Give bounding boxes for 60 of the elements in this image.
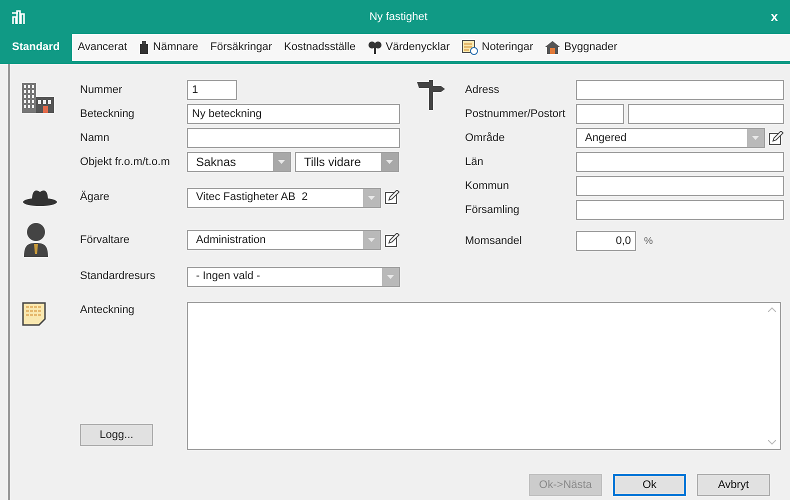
field-label: Objekt fr.o.m/t.o.m	[80, 154, 171, 170]
hat-icon	[22, 188, 58, 208]
field-label: Område	[465, 130, 506, 146]
log-button[interactable]: Logg...	[80, 424, 153, 446]
tab[interactable]: Nämnare	[133, 34, 204, 61]
tab[interactable]: Försäkringar	[204, 34, 278, 61]
close-button[interactable]: x	[770, 7, 778, 27]
field-label: Kommun	[465, 178, 510, 194]
dropdown[interactable]: - Ingen vald -	[187, 266, 400, 286]
dropdown[interactable]: Administration	[187, 230, 381, 250]
edit-icon[interactable]	[385, 190, 400, 205]
window-title: Ny fastighet	[369, 10, 428, 25]
field-label: Nummer	[80, 82, 124, 98]
dialog-button[interactable]: Avbryt	[697, 474, 770, 496]
tab[interactable]: Värdenycklar	[362, 34, 456, 61]
key-icon	[368, 41, 382, 54]
city-field[interactable]	[628, 104, 784, 124]
note-icon	[22, 302, 46, 326]
field-label: Församling	[465, 202, 520, 218]
tab[interactable]: Byggnader	[539, 34, 624, 61]
postal-code-field[interactable]	[576, 104, 624, 124]
scroll-down-icon[interactable]	[768, 440, 776, 445]
field-label: Ägare	[80, 190, 110, 206]
unit-label: %	[644, 234, 653, 248]
edit-icon[interactable]	[769, 130, 784, 146]
text-field[interactable]	[576, 176, 784, 196]
field-label: Postnummer/Postort	[465, 106, 566, 122]
tab[interactable]: Avancerat	[72, 34, 134, 61]
scroll-up-icon[interactable]	[768, 307, 776, 312]
edit-icon[interactable]	[385, 232, 400, 248]
text-field[interactable]: Ny beteckning	[187, 104, 400, 124]
tab[interactable]: Kostnadsställe	[278, 34, 362, 61]
text-field[interactable]	[576, 200, 784, 220]
person-icon	[22, 223, 50, 257]
dialog-button[interactable]: Ok	[613, 474, 686, 496]
weight-icon	[139, 41, 150, 54]
dropdown[interactable]: Vitec Fastigheter AB 2	[187, 188, 381, 208]
field-label: Standardresurs	[80, 269, 156, 284]
date-dropdown[interactable]: Tills vidare	[295, 152, 399, 172]
tab[interactable]: Noteringar	[456, 34, 540, 61]
field-label: Namn	[80, 130, 110, 146]
tab[interactable]: Standard	[0, 34, 72, 61]
building-icon	[22, 83, 54, 113]
text-field[interactable]	[576, 152, 784, 172]
house-icon	[545, 41, 560, 54]
field-label: Momsandel	[465, 234, 523, 249]
field-label: Adress	[465, 82, 500, 98]
app-logo-icon	[12, 10, 26, 24]
text-field[interactable]	[187, 128, 400, 148]
notes-icon	[462, 40, 478, 55]
signpost-icon	[417, 80, 447, 110]
field-label: Förvaltare	[80, 232, 131, 248]
field-label: Beteckning	[80, 106, 136, 122]
text-field[interactable]	[576, 80, 784, 100]
number-field[interactable]: 1	[187, 80, 237, 100]
field-label: Län	[465, 154, 484, 170]
date-dropdown[interactable]: Saknas	[187, 152, 291, 172]
number-field[interactable]: 0,0	[576, 231, 636, 251]
dropdown[interactable]: Angered	[576, 128, 765, 148]
field-label: Anteckning	[80, 303, 136, 318]
